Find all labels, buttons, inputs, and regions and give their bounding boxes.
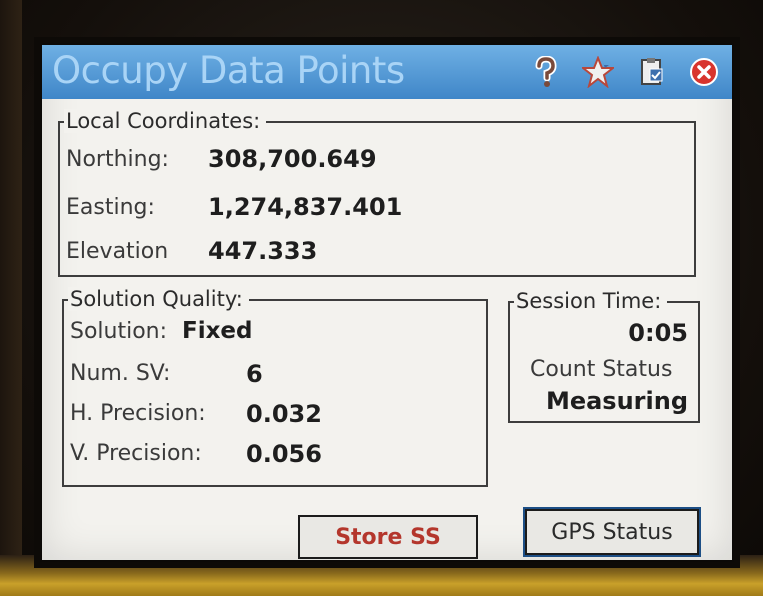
easting-label: Easting: xyxy=(66,195,155,220)
solution-quality-legend: Solution Quality: xyxy=(68,287,249,311)
store-ss-button[interactable]: Store SS xyxy=(298,515,478,559)
session-time-group: Session Time: 0:05 Count Status Measurin… xyxy=(508,289,700,423)
window-title: Occupy Data Points xyxy=(52,49,405,92)
v-precision-label: V. Precision: xyxy=(70,441,202,466)
local-coordinates-legend: Local Coordinates: xyxy=(64,109,267,133)
solution-quality-group: Solution Quality: Solution: Fixed Num. S… xyxy=(62,287,488,487)
num-sv-label: Num. SV: xyxy=(70,361,171,386)
favorites-button[interactable] xyxy=(582,56,614,88)
elevation-value: 447.333 xyxy=(208,237,318,265)
device-frame-left xyxy=(0,0,22,596)
easting-value: 1,274,837.401 xyxy=(208,193,403,221)
northing-label: Northing: xyxy=(66,147,169,172)
close-icon xyxy=(690,58,718,86)
session-time-value: 0:05 xyxy=(628,319,688,347)
northing-value: 308,700.649 xyxy=(208,145,377,173)
session-time-legend: Session Time: xyxy=(514,289,668,313)
device-screen: Occupy Data Points Local Coordinates: No… xyxy=(40,43,734,562)
close-button[interactable] xyxy=(688,56,720,88)
count-status-label: Count Status xyxy=(530,357,673,382)
elevation-label: Elevation xyxy=(66,239,169,264)
count-status-value: Measuring xyxy=(545,387,688,415)
help-button[interactable] xyxy=(530,56,562,88)
clipboard-icon xyxy=(641,58,663,85)
favorites-star-icon xyxy=(582,56,614,88)
help-icon xyxy=(535,56,557,87)
solution-label: Solution: xyxy=(70,319,168,344)
title-bar: Occupy Data Points xyxy=(42,45,732,99)
h-precision-label: H. Precision: xyxy=(70,401,206,426)
solution-value: Fixed xyxy=(182,318,253,344)
num-sv-value: 6 xyxy=(246,360,263,388)
gps-status-button[interactable]: GPS Status xyxy=(525,509,699,555)
clipboard-button[interactable] xyxy=(636,56,668,88)
local-coordinates-group: Local Coordinates: Northing: 308,700.649… xyxy=(58,109,696,277)
h-precision-value: 0.032 xyxy=(246,400,322,428)
v-precision-value: 0.056 xyxy=(246,440,322,468)
